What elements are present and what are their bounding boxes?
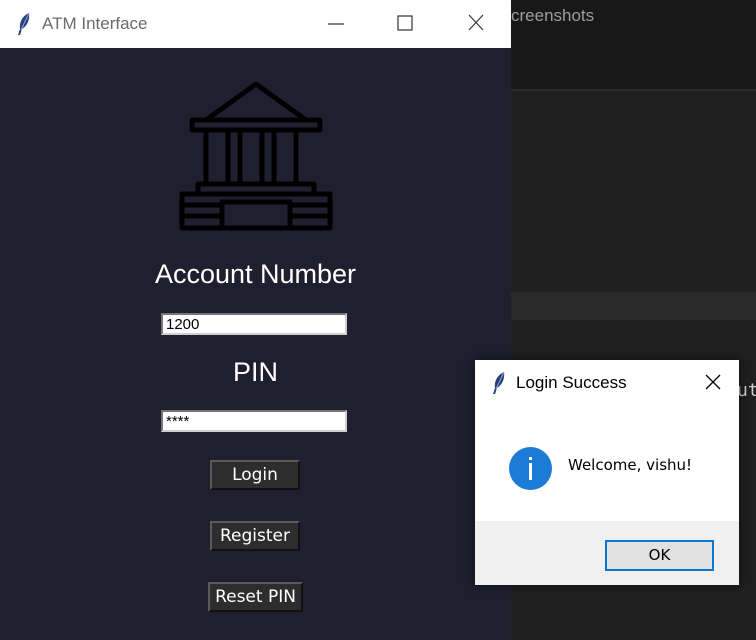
close-button[interactable]	[463, 10, 489, 36]
ok-button[interactable]: OK	[605, 540, 714, 571]
account-number-input[interactable]: 1200	[161, 313, 347, 335]
bank-icon	[179, 81, 333, 231]
editor-highlight-line	[511, 292, 756, 320]
info-icon	[509, 447, 552, 490]
minimize-button[interactable]	[323, 10, 349, 36]
maximize-icon	[397, 15, 413, 31]
atm-window: ATM Interface Account Number 1200 PIN **…	[0, 0, 511, 640]
window-title: ATM Interface	[42, 14, 148, 33]
minimize-icon	[328, 23, 344, 25]
feather-icon	[18, 12, 30, 35]
dialog-footer: OK	[475, 521, 739, 585]
pin-label: PIN	[232, 357, 278, 387]
account-number-label: Account Number	[154, 259, 357, 289]
pin-input[interactable]: ****	[161, 410, 347, 432]
editor-tab-label[interactable]: creenshots	[511, 6, 594, 26]
dialog-title: Login Success	[516, 373, 627, 392]
reset-pin-button[interactable]: Reset PIN	[208, 582, 303, 612]
close-icon	[468, 14, 484, 31]
close-icon[interactable]	[704, 373, 722, 391]
register-button[interactable]: Register	[210, 521, 300, 551]
feather-icon	[493, 371, 505, 394]
login-success-dialog: Login Success Welcome, vishu! OK	[475, 360, 739, 585]
editor-code-fragment: ut	[737, 380, 756, 401]
editor-divider	[511, 89, 756, 91]
maximize-button[interactable]	[392, 10, 418, 36]
login-button[interactable]: Login	[210, 460, 300, 490]
dialog-message: Welcome, vishu!	[568, 456, 693, 474]
atm-titlebar[interactable]: ATM Interface	[0, 0, 511, 48]
